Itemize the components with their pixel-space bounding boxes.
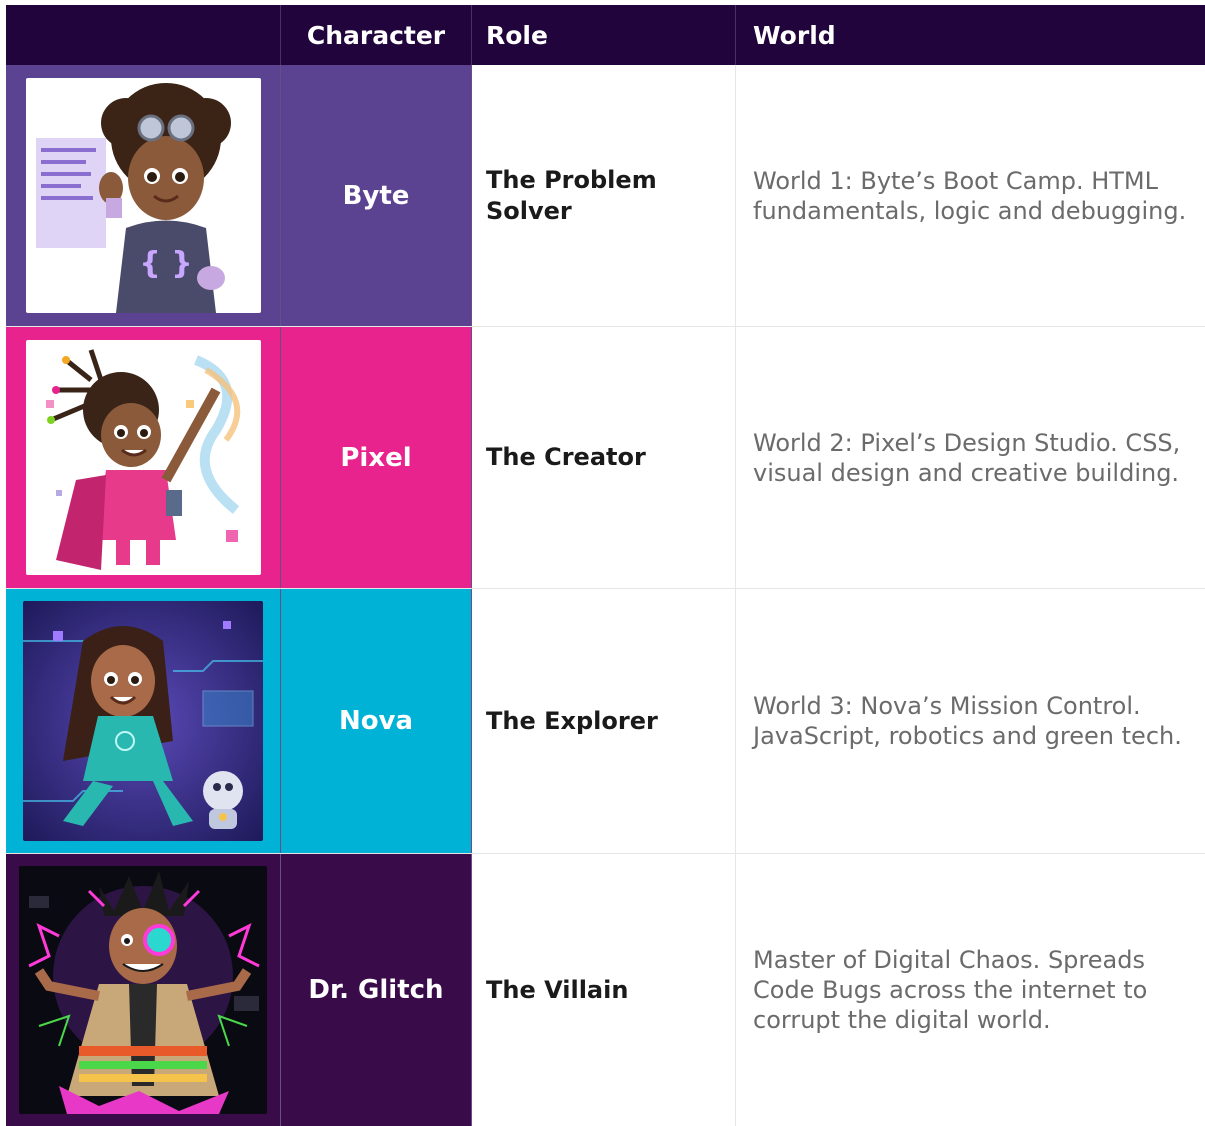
- byte-portrait: { }: [25, 78, 261, 313]
- character-name: Nova: [281, 589, 472, 853]
- character-world: World 2: Pixel’s Design Studio. CSS, vis…: [753, 428, 1181, 487]
- character-world: World 3: Nova’s Mission Control. JavaScr…: [753, 692, 1182, 750]
- table-row: Dr. Glitch The Villain Master of Digital…: [6, 854, 1205, 1126]
- nova-portrait: [23, 601, 263, 841]
- character-world: World 1: Byte’s Boot Camp. HTML fundamen…: [753, 166, 1187, 225]
- image-cell: [6, 589, 281, 853]
- header-role: Role: [472, 5, 736, 65]
- pixel-portrait: [25, 340, 261, 575]
- table-header: Character Role World: [6, 5, 1205, 65]
- character-role: The Explorer: [472, 589, 736, 853]
- dr-glitch-portrait: [19, 866, 267, 1114]
- image-cell: { }: [6, 65, 281, 326]
- table-row: { } Byte The Problem Solver World 1: Byt…: [6, 65, 1205, 327]
- characters-table: Character Role World {} Byte The Proble…: [6, 5, 1205, 1126]
- character-name: Byte: [281, 65, 472, 326]
- svg-text:{ }: { }: [139, 246, 192, 281]
- character-world: Master of Digital Chaos. Spreads Code Bu…: [753, 946, 1148, 1034]
- image-cell: [6, 327, 281, 588]
- table-row: Nova The Explorer World 3: Nova’s Missio…: [6, 589, 1205, 854]
- header-world: World: [753, 20, 836, 50]
- character-name: Dr. Glitch: [281, 854, 472, 1126]
- image-cell: [6, 854, 281, 1126]
- character-role: The Creator: [472, 327, 736, 588]
- table-row: Pixel The Creator World 2: Pixel’s Desig…: [6, 327, 1205, 589]
- character-role: The Villain: [472, 854, 736, 1126]
- character-name: Pixel: [281, 327, 472, 588]
- header-image-cell: [6, 5, 281, 65]
- character-role: The Problem Solver: [472, 65, 736, 326]
- header-character: Character: [281, 5, 472, 65]
